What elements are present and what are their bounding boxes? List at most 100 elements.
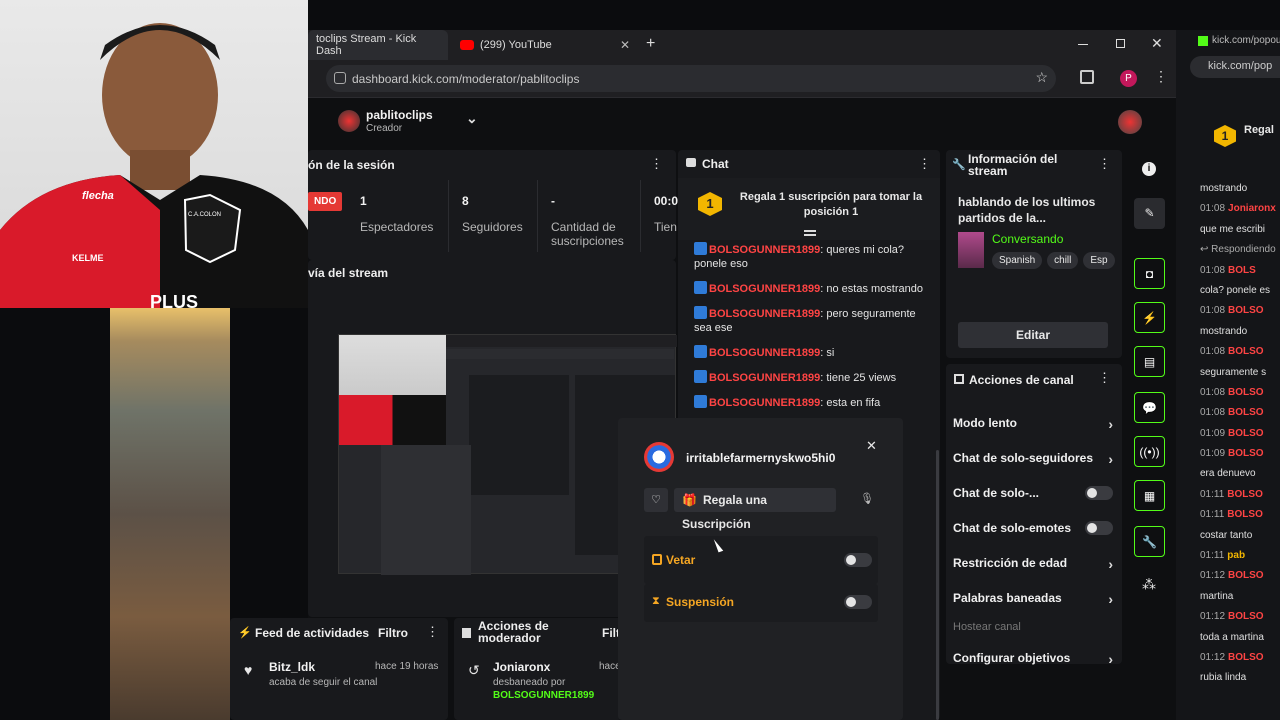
panel-menu-icon[interactable]: ⋮: [1098, 370, 1111, 386]
address-bar[interactable]: dashboard.kick.com/moderator/pablitoclip…: [326, 65, 1056, 92]
subs-label: Cantidad de suscripciones: [551, 220, 624, 248]
mod-actions-panel: Acciones de moderador Filt ↺ Joniaronx h…: [454, 618, 622, 720]
user-avatar[interactable]: [1118, 110, 1142, 134]
site-info-icon[interactable]: [334, 72, 346, 84]
close-modal-icon[interactable]: ✕: [866, 438, 877, 454]
browser-menu-icon[interactable]: ⋮: [1154, 68, 1168, 85]
maximize-button[interactable]: [1116, 39, 1125, 48]
close-tab-icon[interactable]: ✕: [620, 38, 630, 52]
chat-message: BOLSOGUNNER1899: tiene 25 views: [694, 370, 930, 385]
broadcast-icon[interactable]: ((•)): [1134, 436, 1165, 467]
followers-label: Seguidores: [462, 220, 523, 234]
host-channel-item: Hostear canal: [953, 621, 1021, 633]
bookmark-star-icon[interactable]: ☆: [1035, 69, 1048, 86]
kick-badge-icon: [694, 345, 707, 358]
followers-only-item[interactable]: Chat de solo-seguidores ›: [953, 451, 1113, 467]
chat-icon: [686, 158, 696, 167]
chat-messages: BOLSOGUNNER1899: queres mi cola? ponele …: [694, 242, 930, 410]
activity-title: Feed de actividades: [255, 626, 370, 640]
chevron-down-icon[interactable]: ⌄: [466, 110, 478, 127]
popout-chat-line: cola? ponele es: [1200, 284, 1271, 296]
sponsor-text: PLUS: [150, 292, 199, 308]
hourglass-icon: ⧗: [652, 595, 660, 607]
popout-chat-line: martina: [1200, 590, 1234, 602]
tab-youtube[interactable]: (299) YouTube ✕: [452, 30, 638, 60]
panel-menu-icon[interactable]: ⋮: [650, 156, 663, 172]
favorite-button[interactable]: ♡: [644, 488, 668, 512]
chevron-right-icon: ›: [1108, 556, 1113, 572]
configure-goals-item[interactable]: Configurar objetivos ›: [953, 651, 1113, 667]
popout-chat-line: 01:09 BOLSO: [1200, 427, 1264, 439]
tag[interactable]: Esp: [1083, 252, 1115, 269]
gift-icon: 🎁: [682, 493, 697, 507]
close-window-button[interactable]: ✕: [1151, 35, 1163, 52]
slow-mode-item[interactable]: Modo lento ›: [953, 416, 1113, 432]
mod-by-user[interactable]: BOLSOGUNNER1899: [493, 690, 594, 701]
popout-chat-line: 01:08 BOLSO: [1200, 305, 1264, 317]
pinned-label: Regal: [1244, 124, 1274, 136]
popout-chat-line: rubia linda: [1200, 672, 1247, 684]
chevron-right-icon: ›: [1108, 416, 1113, 432]
chevron-right-icon: ›: [1108, 451, 1113, 467]
popout-url[interactable]: kick.com/popou: [1212, 35, 1280, 46]
tag[interactable]: chill: [1047, 252, 1079, 269]
kick-badge-icon: [694, 242, 707, 255]
rank-badge-icon: 1: [698, 192, 722, 216]
popout-chat-line: 01:12 BOLSO: [1200, 611, 1264, 623]
popout-chat-line: 01:08 BOLSO: [1200, 407, 1264, 419]
channel-actions-panel: Acciones de canal ⋮ Modo lento › Chat de …: [946, 364, 1122, 667]
panel-menu-icon[interactable]: ⋮: [426, 624, 439, 640]
club-crest-text: C.A.COLON: [188, 212, 222, 218]
popout-chat-line: 01:12 BOLSO: [1200, 570, 1264, 582]
activity-filter-button[interactable]: Filtro: [378, 626, 408, 640]
mic-icon[interactable]: 🎙: [860, 492, 874, 505]
minimize-button[interactable]: [1078, 44, 1088, 45]
tab-kick-dashboard[interactable]: toclips Stream - Kick Dash: [308, 30, 448, 60]
stat-divider: [640, 180, 641, 252]
edit-button[interactable]: Editar: [958, 322, 1108, 348]
document-icon[interactable]: ▤: [1134, 346, 1165, 377]
info-icon[interactable]: i: [1142, 162, 1156, 176]
apps-icon[interactable]: ⁂: [1142, 576, 1156, 593]
collapse-icon[interactable]: [804, 230, 816, 236]
banned-words-item[interactable]: Palabras baneadas ›: [953, 591, 1113, 607]
lightning-icon[interactable]: ⚡: [1134, 302, 1165, 333]
tag[interactable]: Spanish: [992, 252, 1043, 269]
veto-toggle[interactable]: [844, 553, 872, 567]
suspension-toggle[interactable]: [844, 595, 872, 609]
activity-user[interactable]: Bitz_ldk: [269, 660, 315, 674]
shield-icon: [652, 554, 662, 565]
chat-bubble-icon[interactable]: 💬: [1134, 392, 1165, 423]
category-name[interactable]: Conversando: [992, 232, 1063, 246]
age-restriction-item[interactable]: Restricción de edad ›: [953, 556, 1113, 572]
profile-avatar[interactable]: P: [1120, 70, 1137, 87]
pinned-gift-banner[interactable]: 1 Regala 1 suscripción para tomar la pos…: [678, 178, 940, 240]
time-label: Tien: [654, 220, 677, 234]
panel-menu-icon[interactable]: ⋮: [1098, 156, 1111, 172]
chat-message: BOLSOGUNNER1899: pero seguramente sea es…: [694, 306, 916, 334]
extensions-icon[interactable]: [1080, 70, 1094, 84]
address-text: dashboard.kick.com/moderator/pablitoclip…: [352, 71, 580, 86]
pinned-text: Regala 1 suscripción para tomar la posic…: [739, 191, 923, 218]
popout-chat-line: costar tanto: [1200, 529, 1253, 541]
new-tab-button[interactable]: +: [646, 35, 655, 53]
lightning-icon: ⚡: [238, 627, 252, 639]
panel-menu-icon[interactable]: ⋮: [918, 156, 931, 172]
gift-sub-button[interactable]: 🎁 Regala una Suscripción: [674, 488, 836, 531]
followers-count: 8: [462, 194, 469, 208]
emotes-only-toggle[interactable]: [1085, 521, 1113, 535]
popout-chat-line: 01:08 BOLSO: [1200, 346, 1264, 358]
clip-icon[interactable]: ◘: [1134, 258, 1165, 289]
mod-user[interactable]: Joniaronx: [493, 660, 550, 674]
subs-only-toggle[interactable]: [1085, 486, 1113, 500]
wrench-icon[interactable]: 🔧: [1134, 526, 1165, 557]
tab-label: toclips Stream - Kick Dash: [316, 33, 417, 57]
mod-action: desbaneado por: [493, 677, 566, 688]
youtube-icon: [460, 40, 474, 50]
viewers-label: Espectadores: [360, 220, 434, 234]
popout-address-bar[interactable]: kick.com/pop: [1190, 56, 1280, 78]
edit-pencil-icon[interactable]: ✎: [1134, 198, 1165, 229]
channel-avatar[interactable]: [338, 110, 360, 132]
chat-scrollbar[interactable]: [936, 450, 939, 720]
layout-icon[interactable]: ▦: [1134, 480, 1165, 511]
